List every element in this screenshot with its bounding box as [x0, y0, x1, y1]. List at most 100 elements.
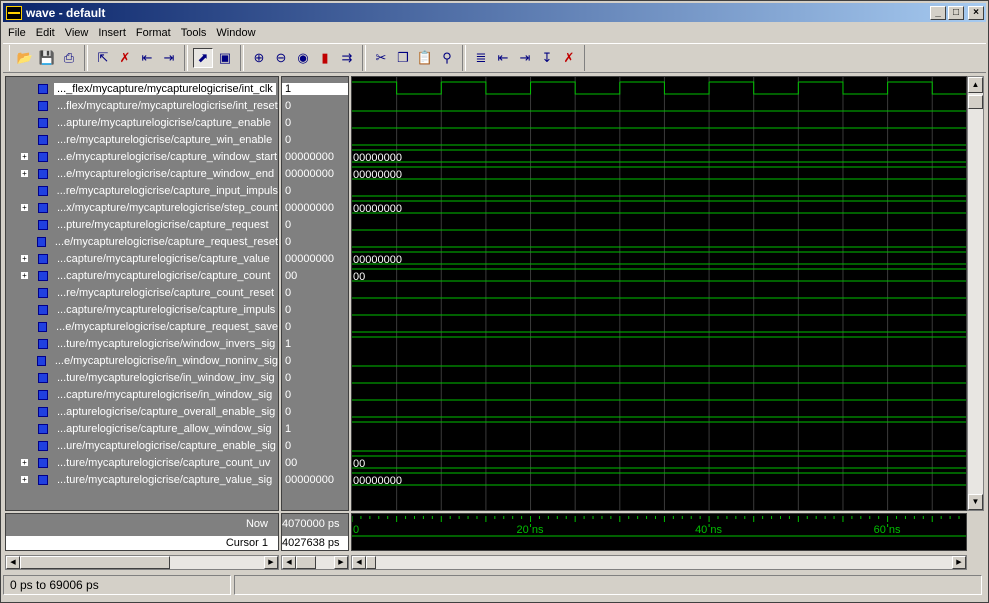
- signal-value-row[interactable]: 0: [282, 352, 348, 369]
- signal-row[interactable]: ...apturelogicrise/capture_overall_enabl…: [6, 403, 278, 420]
- title-bar[interactable]: wave - default _ □ ×: [3, 3, 986, 22]
- traffic-light-icon[interactable]: ▮: [315, 48, 335, 68]
- expand-wave-icon[interactable]: ⇤: [137, 48, 157, 68]
- signal-row[interactable]: ...ure/mycapturelogicrise/capture_enable…: [6, 437, 278, 454]
- signal-names-pane[interactable]: ..._flex/mycapture/mycapturelogicrise/in…: [5, 76, 279, 511]
- scroll-up-icon[interactable]: ▲: [968, 77, 983, 93]
- zoom-in-icon[interactable]: ⊕: [249, 48, 269, 68]
- values-scroll-thumb[interactable]: [296, 556, 316, 569]
- signal-value-row[interactable]: 0: [282, 233, 348, 250]
- signal-row[interactable]: ...capture/mycapturelogicrise/in_window_…: [6, 386, 278, 403]
- signal-value-row[interactable]: 00000000: [282, 471, 348, 488]
- signal-row[interactable]: ...re/mycapturelogicrise/capture_win_ena…: [6, 131, 278, 148]
- folder-open-icon[interactable]: 📂: [15, 48, 35, 68]
- signal-value-row[interactable]: 0: [282, 284, 348, 301]
- signal-row[interactable]: ...e/mycapturelogicrise/in_window_noninv…: [6, 352, 278, 369]
- select-pointer-icon[interactable]: ⬈: [193, 48, 213, 68]
- signal-value-row[interactable]: 0: [282, 114, 348, 131]
- signal-row[interactable]: + ...e/mycapturelogicrise/capture_window_…: [6, 165, 278, 182]
- menu-file[interactable]: File: [3, 27, 31, 39]
- signal-row[interactable]: ...ture/mycapturelogicrise/window_invers…: [6, 335, 278, 352]
- signal-value-row[interactable]: 0: [282, 182, 348, 199]
- signal-row[interactable]: ...capture/mycapturelogicrise/capture_im…: [6, 301, 278, 318]
- menu-tools[interactable]: Tools: [176, 27, 212, 39]
- signal-values-pane[interactable]: 1 0 0 0 00000000 00000000 0 00000000 0 0 00000000 0…: [281, 76, 349, 511]
- values-hscrollbar[interactable]: ◀ ▶: [281, 555, 349, 570]
- zoom-box-icon[interactable]: ▣: [215, 48, 235, 68]
- signal-value-row[interactable]: 00: [282, 454, 348, 471]
- expand-plus-icon[interactable]: +: [20, 458, 29, 467]
- signal-value-row[interactable]: 00000000: [282, 250, 348, 267]
- copy-icon[interactable]: ❐: [393, 48, 413, 68]
- print-icon[interactable]: ⎙: [59, 48, 79, 68]
- signal-value-row[interactable]: 1: [282, 80, 348, 97]
- wave-scroll-left-icon[interactable]: ◀: [352, 556, 366, 569]
- waveform-canvas[interactable]: 0000000000000000000000000000000000000000…: [352, 77, 967, 511]
- signal-value-row[interactable]: 00: [282, 267, 348, 284]
- names-hscrollbar[interactable]: ◀ ▶: [5, 555, 279, 570]
- waveform-pane[interactable]: 00000000 00000000 00000000 00000000 00 00 0000…: [351, 76, 967, 511]
- add-wave-icon[interactable]: ⇱: [93, 48, 113, 68]
- signal-value-row[interactable]: 1: [282, 420, 348, 437]
- signal-value-row[interactable]: 0: [282, 369, 348, 386]
- time-ruler[interactable]: 0 20 ns 40 ns 60 ns: [351, 513, 967, 551]
- zoom-out-icon[interactable]: ⊖: [271, 48, 291, 68]
- signal-row[interactable]: ...e/mycapturelogicrise/capture_request_…: [6, 318, 278, 335]
- vertical-scroll-thumb[interactable]: [968, 95, 983, 109]
- signal-row[interactable]: ...re/mycapturelogicrise/capture_input_i…: [6, 182, 278, 199]
- menu-format[interactable]: Format: [131, 27, 176, 39]
- step-icon[interactable]: ⇉: [337, 48, 357, 68]
- names-scroll-thumb[interactable]: [20, 556, 170, 569]
- delete-wave-icon[interactable]: ✗: [115, 48, 135, 68]
- cut-icon[interactable]: ✂: [371, 48, 391, 68]
- wave-scroll-thumb[interactable]: [366, 556, 376, 569]
- names-scroll-right-icon[interactable]: ▶: [264, 556, 278, 569]
- maximize-button[interactable]: □: [948, 5, 964, 20]
- collapse-wave-icon[interactable]: ⇥: [159, 48, 179, 68]
- signal-row[interactable]: + ...e/mycapturelogicrise/capture_window_…: [6, 148, 278, 165]
- signal-row[interactable]: ...apturelogicrise/capture_allow_window_…: [6, 420, 278, 437]
- signal-row[interactable]: + ...ture/mycapturelogicrise/capture_valu…: [6, 471, 278, 488]
- signal-row[interactable]: + ...x/mycapture/mycapturelogicrise/step_…: [6, 199, 278, 216]
- signal-row[interactable]: + ...ture/mycapturelogicrise/capture_coun…: [6, 454, 278, 471]
- save-icon[interactable]: 💾: [37, 48, 57, 68]
- close-button[interactable]: ×: [968, 5, 984, 20]
- wave-hscrollbar[interactable]: ◀ ▶: [351, 555, 967, 570]
- signal-row[interactable]: ...pture/mycapturelogicrise/capture_requ…: [6, 216, 278, 233]
- signal-row[interactable]: + ...capture/mycapturelogicrise/capture_v…: [6, 250, 278, 267]
- names-scroll-left-icon[interactable]: ◀: [6, 556, 20, 569]
- insert-cursor-icon[interactable]: ≣: [471, 48, 491, 68]
- signal-value-row[interactable]: 00000000: [282, 148, 348, 165]
- cursor-right-icon[interactable]: ⇥: [515, 48, 535, 68]
- cursor-left-icon[interactable]: ⇤: [493, 48, 513, 68]
- signal-value-row[interactable]: 0: [282, 386, 348, 403]
- signal-row[interactable]: ...apture/mycapturelogicrise/capture_ena…: [6, 114, 278, 131]
- signal-value-row[interactable]: 00000000: [282, 199, 348, 216]
- menu-edit[interactable]: Edit: [31, 27, 60, 39]
- values-scroll-right-icon[interactable]: ▶: [334, 556, 348, 569]
- signal-value-row[interactable]: 0: [282, 216, 348, 233]
- paste-icon[interactable]: 📋: [415, 48, 435, 68]
- signal-row[interactable]: ...ture/mycapturelogicrise/in_window_inv…: [6, 369, 278, 386]
- signal-row[interactable]: + ...capture/mycapturelogicrise/capture_c…: [6, 267, 278, 284]
- signal-value-row[interactable]: 0: [282, 131, 348, 148]
- menu-insert[interactable]: Insert: [93, 27, 131, 39]
- expand-plus-icon[interactable]: +: [20, 475, 29, 484]
- expand-plus-icon[interactable]: +: [20, 152, 29, 161]
- signal-row[interactable]: ..._flex/mycapture/mycapturelogicrise/in…: [6, 80, 278, 97]
- cursor-down-icon[interactable]: ↧: [537, 48, 557, 68]
- menu-window[interactable]: Window: [211, 27, 260, 39]
- signal-value-row[interactable]: 0: [282, 437, 348, 454]
- signal-row[interactable]: ...flex/mycapture/mycapturelogicrise/int…: [6, 97, 278, 114]
- values-scroll-left-icon[interactable]: ◀: [282, 556, 296, 569]
- expand-plus-icon[interactable]: +: [20, 169, 29, 178]
- cursor-name-box[interactable]: Cursor 1: [6, 536, 278, 550]
- signal-value-row[interactable]: 00000000: [282, 165, 348, 182]
- signal-value-row[interactable]: 0: [282, 318, 348, 335]
- signal-value-row[interactable]: 0: [282, 403, 348, 420]
- wave-scroll-right-icon[interactable]: ▶: [952, 556, 966, 569]
- delete-cursor-icon[interactable]: ✗: [559, 48, 579, 68]
- signal-value-row[interactable]: 0: [282, 301, 348, 318]
- scroll-down-icon[interactable]: ▼: [968, 494, 983, 510]
- signal-row[interactable]: ...e/mycapturelogicrise/capture_request_…: [6, 233, 278, 250]
